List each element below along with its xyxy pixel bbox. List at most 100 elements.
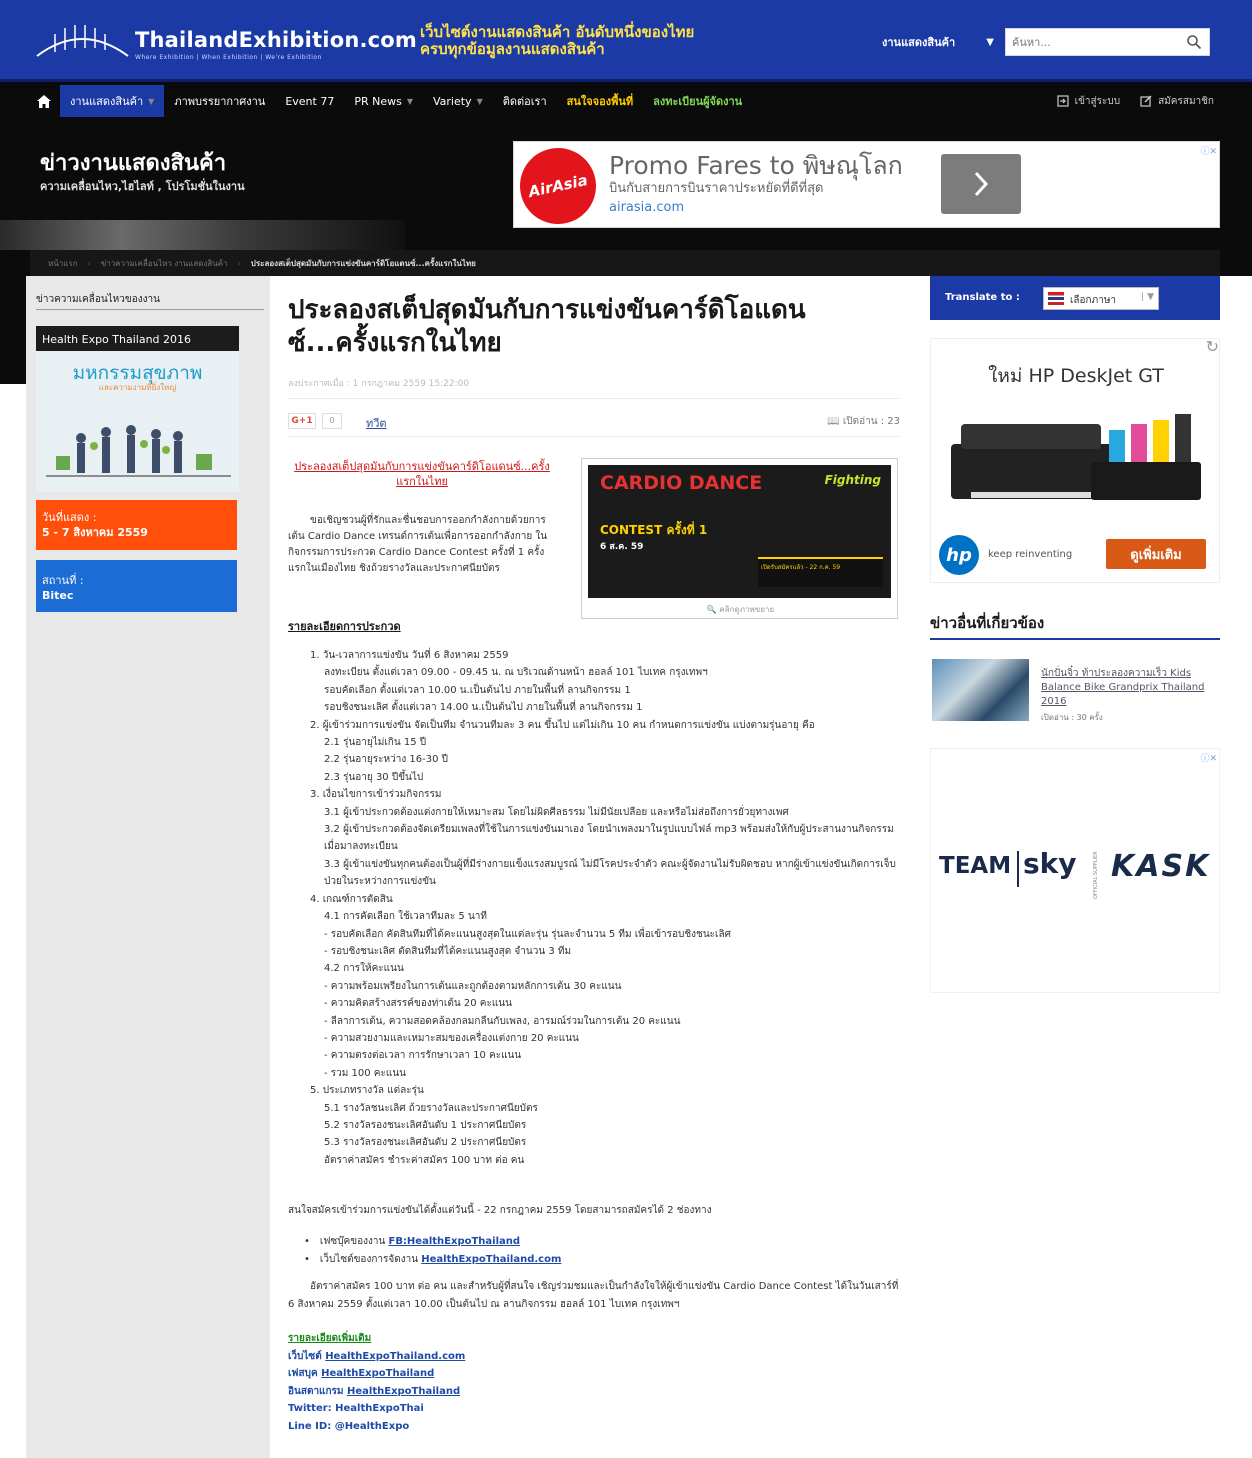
poster-brand: Fighting [824, 473, 881, 487]
detail-line: 3.3 ผู้เข้าแข่งขันทุกคนต้องเป็นผู้ที่มีร… [324, 858, 896, 888]
article-title: ประลองสเต็ปสุดมันกับการแข่งขันคาร์ดิโอแด… [288, 295, 806, 358]
nav-item-variety[interactable]: Variety ▼ [423, 85, 493, 117]
home-icon [37, 94, 51, 108]
detail-line: รอบชิงชนะเลิศ ตั้งแต่เวลา 14.00 น.เป็นต้… [324, 702, 643, 714]
translate-widget: Translate to : เลือกภาษา | ▼ [930, 276, 1220, 320]
poster-image[interactable]: CARDIO DANCE CONTEST ครั้งที่ 1 6 ส.ค. 5… [581, 458, 898, 619]
site-tagline: Where Exhibition | When Exhibition | We'… [135, 54, 322, 61]
expo-card[interactable]: Health Expo Thailand 2016 มหกรรมสุขภาพ แ… [36, 326, 239, 492]
search-icon[interactable] [1186, 34, 1202, 50]
search-category-select[interactable]: งานแสดงสินค้า ▼ [876, 28, 1000, 56]
more-info-link[interactable]: HealthExpoThailand.com [325, 1351, 465, 1362]
detail-line: ลงทะเบียน ตั้งแต่เวลา 09.00 - 09.45 น. ณ… [324, 667, 708, 679]
refresh-icon[interactable]: ↻ [1206, 337, 1219, 356]
more-info-value: HealthExpoThai [335, 1403, 424, 1415]
home-button[interactable] [28, 85, 60, 117]
article-date: ลงประกาศเมื่อ : 1 กรกฎาคม 2559 15:22:00 [288, 379, 470, 389]
ad-subline: บินกับสายการบินราคาประหยัดที่ดีที่สุด [609, 181, 824, 196]
detail-line: 2.1 รุ่นอายุไม่เกิน 15 ปี [324, 737, 427, 749]
nav-item-contact[interactable]: ติดต่อเรา [493, 85, 557, 117]
search-input[interactable] [1005, 28, 1210, 56]
detail-line: 4.1 การคัดเลือก ใช้เวลาทีมละ 5 นาที [324, 911, 487, 923]
list-item: เว็บไซต์ของการจัดงาน HealthExpoThailand.… [304, 1251, 894, 1269]
expo-card-small-text: และความงามที่ยิ่งใหญ่ [98, 383, 177, 392]
website-link[interactable]: HealthExpoThailand.com [421, 1254, 561, 1265]
google-plus-count: 0 [322, 413, 342, 429]
article-column: ประลองสเต็ปสุดมันกับการแข่งขันคาร์ดิโอแด… [270, 276, 913, 1458]
right-sidebar: Translate to : เลือกภาษา | ▼ ↻ ใหม่ HP D… [913, 276, 1252, 1458]
facebook-link[interactable]: FB:HealthExpoThailand [388, 1236, 520, 1247]
tweet-button[interactable]: ทวีต [366, 414, 387, 432]
section-title: ข่าวงานแสดงสินค้า [40, 151, 227, 176]
register-link[interactable]: สมัครสมาชิก [1130, 85, 1224, 117]
book-icon: 📖 [827, 416, 843, 427]
hp-ad[interactable]: ↻ ใหม่ HP DeskJet GT hp keep reinventing… [930, 337, 1220, 583]
related-news-link[interactable]: นักปั่นจิ๋ว ท้าประลองความเร็ว Kids Balan… [1041, 667, 1221, 709]
ad-url: airasia.com [609, 200, 685, 215]
detail-line: 2. ผู้เข้าร่วมการแข่งขัน จัดเป็นทีม จำนว… [310, 719, 815, 731]
hp-see-more-button[interactable]: ดูเพิ่มเติม [1106, 539, 1206, 569]
hp-logo: hp [939, 535, 979, 575]
team-sky-ad[interactable]: ⓘ✕ TEAM sky OFFICIAL SUPPLIER KASK [930, 748, 1220, 993]
venue-value: Bitec [42, 589, 74, 602]
breadcrumb-parent[interactable]: ข่าวความเคลื่อนไหว งานแสดงสินค้า [101, 257, 228, 270]
nav-item-event77[interactable]: Event 77 [275, 85, 344, 117]
language-select[interactable]: เลือกภาษา | ▼ [1043, 287, 1159, 310]
detail-line: 5.3 รางวัลรองชนะเลิศอันดับ 2 ประกาศนียบั… [324, 1137, 527, 1149]
caret-down-icon: ▼ [148, 96, 155, 106]
detail-line: 2.2 รุ่นอายุระหว่าง 16-30 ปี [324, 754, 448, 766]
detail-line: 4.2 การให้คะแนน [324, 963, 404, 975]
detail-line: - ความคิดสร้างสรรค์ของท่าเต้น 20 คะแนน [324, 998, 512, 1010]
more-info-link[interactable]: HealthExpoThailand [321, 1368, 434, 1379]
poster-caption[interactable]: 🔍 คลิกดูภาพขยาย [582, 603, 899, 616]
hp-ad-title: ใหม่ HP DeskJet GT [988, 365, 1164, 387]
detail-line: 3. เงื่อนไขการเข้าร่วมกิจกรรม [310, 789, 442, 801]
detail-line: 1. วัน-เวลาการแข่งขัน วันที่ 6 สิงหาคม 2… [310, 650, 509, 661]
intro-link[interactable]: ประลองสเต็ปสุดมันกับการแข่งขันคาร์ดิโอแด… [288, 459, 556, 489]
more-info-link[interactable]: HealthExpoThailand [347, 1386, 460, 1397]
nav-item-pr-news[interactable]: PR News ▼ [344, 85, 423, 117]
logo-arc-icon [36, 25, 129, 57]
poster-subtitle: CONTEST ครั้งที่ 1 [600, 523, 708, 537]
nav-item-photos[interactable]: ภาพบรรยากาศงาน [164, 85, 275, 117]
detail-line: 5.1 รางวัลชนะเลิศ ถ้วยรางวัลและประกาศนีย… [324, 1102, 538, 1114]
team-ad-team: TEAM [939, 853, 1012, 879]
detail-line: - ความพร้อมเพรียงในการเต้นและถูกต้องตามห… [324, 980, 622, 992]
breadcrumb-separator: › [237, 258, 241, 268]
more-info-list: เว็บไซต์ HealthExpoThailand.com เฟสบุค H… [288, 1348, 688, 1435]
related-news-title: ข่าวอื่นที่เกี่ยวข้อง [930, 614, 1045, 632]
adchoices-icon[interactable]: ⓘ✕ [1200, 751, 1217, 764]
related-news-item[interactable]: นักปั่นจิ๋ว ท้าประลองความเร็ว Kids Balan… [932, 659, 1222, 725]
detail-line: - รวม 100 คะแนน [324, 1067, 406, 1079]
main-nav: งานแสดงสินค้า ▼ ภาพบรรยากาศงาน Event 77 P… [0, 85, 1252, 117]
nav-item-organizer-register[interactable]: ลงทะเบียนผู้จัดงาน [643, 85, 752, 117]
breadcrumb-home[interactable]: หน้าแรก [48, 257, 78, 270]
chevron-down-icon: | ▼ [1141, 292, 1154, 302]
slogan-line-2: ครบทุกข้อมูลงานแสดงสินค้า [420, 40, 605, 58]
zoom-icon: 🔍 [706, 605, 720, 614]
detail-line: - ความสวยงามและเหมาะสมของเครื่องแต่งกาย … [324, 1032, 579, 1044]
crowd-illustration-icon [46, 425, 231, 477]
related-news-thumbnail[interactable] [932, 659, 1029, 721]
login-link[interactable]: เข้าสู่ระบบ [1047, 85, 1130, 117]
breadcrumb: หน้าแรก › ข่าวความเคลื่อนไหว งานแสดงสินค… [30, 250, 1220, 276]
adchoices-icon[interactable]: ⓘ✕ [1200, 144, 1217, 157]
edit-icon [1140, 95, 1152, 107]
breadcrumb-current: ประลองสเต็ปสุดมันกับการแข่งขันคาร์ดิโอแด… [250, 258, 476, 268]
site-logo[interactable]: ThailandExhibition.com Where Exhibition … [35, 18, 417, 62]
left-sidebar: ข่าวความเคลื่อนไหวของงาน Health Expo Tha… [26, 276, 270, 1458]
detail-line: รอบคัดเลือก ตั้งแต่เวลา 10.00 น.เป็นต้นไ… [324, 684, 631, 696]
expo-card-header: Health Expo Thailand 2016 [36, 326, 239, 351]
read-count: 📖 เปิดอ่าน : 23 [827, 416, 900, 427]
nav-item-exhibitions[interactable]: งานแสดงสินค้า ▼ [60, 85, 165, 117]
ad-arrow-button[interactable] [941, 154, 1021, 214]
list-item: อินสตาแกรม HealthExpoThailand [288, 1385, 461, 1397]
nav-item-book-space[interactable]: สนใจจองพื้นที่ [557, 85, 644, 117]
team-ad-sky: sky [1023, 847, 1077, 880]
google-plus-button[interactable]: G+1 [288, 413, 316, 429]
airasia-ad-banner[interactable]: AirAsia Promo Fares to พิษณุโลก บินกับสา… [512, 140, 1220, 232]
top-header: ThailandExhibition.com Where Exhibition … [0, 0, 1252, 82]
slogan-line-1: เว็บไซต์งานแสดงสินค้า อันดับหนึ่งของไทย [420, 23, 695, 41]
detail-line: 5.2 รางวัลรองชนะเลิศอันดับ 1 ประกาศนียบั… [324, 1119, 527, 1131]
hero-image-strip [0, 220, 405, 250]
